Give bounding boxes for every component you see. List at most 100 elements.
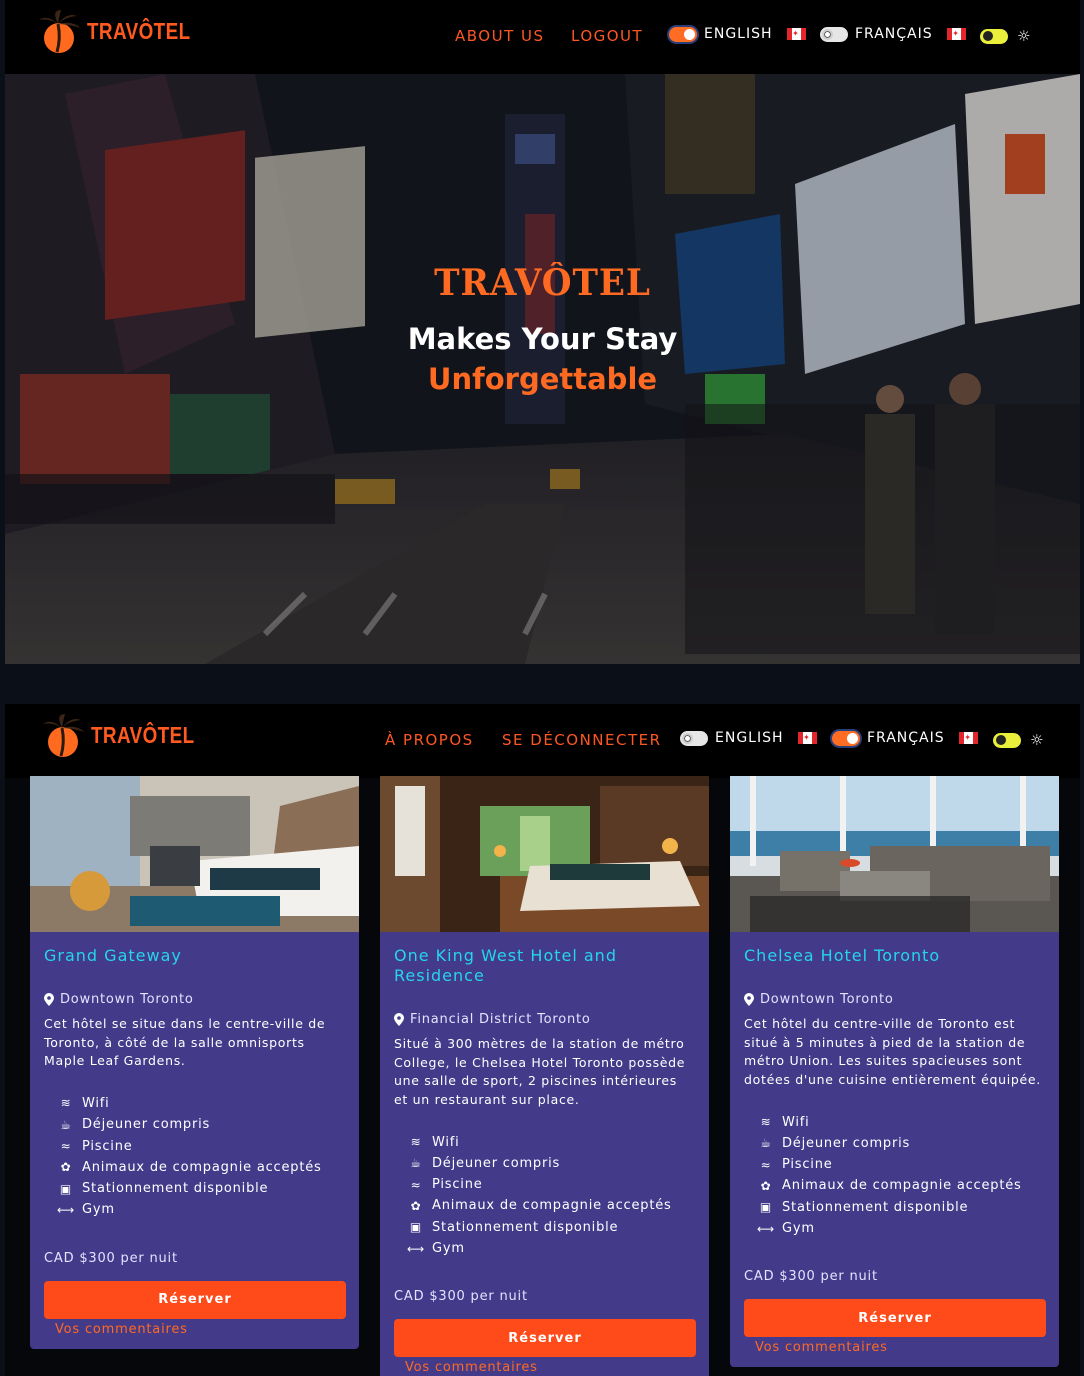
location-pin-icon	[44, 993, 54, 1006]
amenity-item: ≈ Piscine	[758, 1154, 1045, 1175]
english-toggle[interactable]	[680, 730, 708, 746]
amenities-list: ≋ Wifi ☕ Déjeuner compris ≈ Piscine ✿ Animau…	[757, 1111, 1045, 1239]
canada-flag-icon: ✦	[786, 28, 806, 40]
palm-logo-icon	[39, 10, 81, 53]
dumbbell-icon: ⟷	[757, 1221, 776, 1236]
lang-french[interactable]: FRANÇAIS ✦	[832, 730, 978, 746]
reserve-button[interactable]: Réserver	[44, 1280, 346, 1319]
canada-flag-icon: ✦	[958, 732, 978, 744]
amenity-item: ✿ Animaux de compagnie acceptés	[758, 1175, 1045, 1196]
nav-logout[interactable]: SE DÉCONNECTER	[502, 731, 662, 749]
amenity-item: ☕ Déjeuner compris	[408, 1153, 695, 1174]
brand-name: TRAVÔTEL	[91, 721, 195, 748]
theme-switch[interactable]: ☼	[980, 27, 1030, 45]
paw-icon: ✿	[60, 1160, 72, 1175]
reserve-button[interactable]: Réserver	[394, 1319, 696, 1358]
theme-toggle[interactable]	[993, 732, 1021, 748]
amenity-item: ▣ Stationnement disponible	[409, 1219, 619, 1235]
screen-french: TRAVÔTEL À PROPOS SE DÉCONNECTER ENGLISH…	[5, 704, 1080, 1376]
location-label: Financial District Toronto	[410, 1012, 591, 1027]
sun-icon: ☼	[1017, 27, 1031, 45]
comments-link[interactable]: Vos commentaires	[405, 1360, 695, 1376]
english-toggle[interactable]	[669, 26, 697, 42]
hotel-description: Situé à 300 mètres de la station de métr…	[394, 1036, 686, 1107]
hero-tagline-1: Makes Your Stay	[407, 322, 678, 356]
amenity-item: ≈ Piscine	[408, 1174, 695, 1195]
lang-english[interactable]: ENGLISH ✦	[669, 26, 806, 42]
hotel-photo	[380, 776, 709, 932]
parking-icon: ▣	[409, 1220, 423, 1235]
hotel-description: Cet hôtel du centre-ville de Toronto est…	[744, 1016, 1041, 1087]
hotel-price: CAD $300 per nuit	[744, 1269, 878, 1285]
lang-english[interactable]: ENGLISH ✦	[680, 730, 817, 746]
amenity-item: ☕ Déjeuner compris	[58, 1114, 345, 1135]
hotel-location: Downtown Toronto	[744, 992, 1045, 1007]
french-label: FRANÇAIS	[855, 26, 933, 42]
coffee-icon: ☕	[410, 1156, 422, 1171]
english-label: ENGLISH	[704, 26, 773, 42]
hotel-photo	[30, 776, 359, 932]
navbar: TRAVÔTEL À PROPOS SE DÉCONNECTER ENGLISH…	[5, 704, 1080, 778]
wifi-icon: ≋	[410, 1135, 422, 1150]
nav-about[interactable]: ABOUT US	[455, 27, 545, 45]
parking-icon: ▣	[759, 1200, 773, 1215]
swimmer-icon: ≈	[760, 1157, 772, 1172]
french-toggle[interactable]	[832, 730, 860, 746]
hotel-name[interactable]: One King West Hotel and Residence	[394, 946, 695, 986]
amenity-item: ✿ Animaux de compagnie acceptés	[58, 1157, 345, 1178]
dumbbell-icon: ⟷	[57, 1202, 76, 1217]
amenity-item: ≈ Piscine	[58, 1135, 345, 1156]
theme-switch[interactable]: ☼	[993, 731, 1043, 749]
wifi-icon: ≋	[60, 1096, 72, 1111]
screen-english: TRAVÔTEL ABOUT US LOGOUT ENGLISH ✦ FRANÇ…	[5, 0, 1080, 664]
hotel-card: Chelsea Hotel Toronto Downtown Toronto C…	[730, 776, 1059, 1368]
hotel-price: CAD $300 per nuit	[394, 1289, 528, 1305]
amenity-item: ▣ Stationnement disponible	[59, 1181, 269, 1197]
amenity-item: ⟷ Gym	[57, 1202, 115, 1218]
amenity-item: ≋ Wifi	[758, 1111, 1045, 1132]
amenity-item: ✿ Animaux de compagnie acceptés	[408, 1195, 695, 1216]
hotel-name[interactable]: Grand Gateway	[44, 946, 345, 966]
lang-french[interactable]: FRANÇAIS ✦	[820, 26, 966, 42]
french-toggle[interactable]	[820, 26, 848, 42]
wifi-icon: ≋	[760, 1115, 772, 1130]
amenity-item: ▣ Stationnement disponible	[759, 1199, 969, 1215]
french-label: FRANÇAIS	[867, 730, 945, 746]
comments-link[interactable]: Vos commentaires	[55, 1322, 345, 1349]
hotel-location: Downtown Toronto	[44, 992, 345, 1007]
hotel-card: One King West Hotel and Residence Financ…	[380, 776, 709, 1376]
location-pin-icon	[744, 993, 754, 1006]
paw-icon: ✿	[410, 1198, 422, 1213]
logo[interactable]: TRAVÔTEL	[41, 712, 217, 758]
nav-about[interactable]: À PROPOS	[385, 731, 474, 749]
hero-banner: TRAVÔTEL Makes Your Stay Unforgettable	[5, 74, 1080, 664]
hero-brand: TRAVÔTEL	[434, 262, 651, 304]
nav-logout[interactable]: LOGOUT	[571, 27, 643, 45]
hotel-name[interactable]: Chelsea Hotel Toronto	[744, 946, 1045, 966]
brand-name: TRAVÔTEL	[87, 17, 191, 44]
sun-icon: ☼	[1030, 731, 1044, 749]
hotel-location: Financial District Toronto	[394, 1012, 695, 1027]
amenity-item: ≋ Wifi	[408, 1131, 695, 1152]
hotel-photo	[730, 776, 1059, 932]
theme-toggle[interactable]	[980, 28, 1008, 44]
coffee-icon: ☕	[760, 1136, 772, 1151]
amenity-item: ≋ Wifi	[58, 1093, 345, 1114]
swimmer-icon: ≈	[410, 1177, 422, 1192]
swimmer-icon: ≈	[60, 1139, 72, 1154]
amenity-item: ☕ Déjeuner compris	[758, 1133, 1045, 1154]
english-label: ENGLISH	[715, 730, 784, 746]
location-pin-icon	[394, 1013, 404, 1026]
hotel-card: Grand Gateway Downtown Toronto Cet hôtel…	[30, 776, 359, 1349]
canada-flag-icon: ✦	[946, 28, 966, 40]
hero-tagline-2: Unforgettable	[427, 362, 658, 396]
canada-flag-icon: ✦	[797, 732, 817, 744]
location-label: Downtown Toronto	[760, 992, 894, 1007]
reserve-button[interactable]: Réserver	[744, 1299, 1046, 1338]
amenities-list: ≋ Wifi ☕ Déjeuner compris ≈ Piscine ✿ Animau…	[57, 1093, 345, 1221]
dumbbell-icon: ⟷	[407, 1241, 426, 1256]
logo[interactable]: TRAVÔTEL	[37, 8, 213, 54]
comments-link[interactable]: Vos commentaires	[755, 1340, 1045, 1367]
hotel-description: Cet hôtel se situe dans le centre-ville …	[44, 1016, 326, 1069]
paw-icon: ✿	[760, 1178, 772, 1193]
